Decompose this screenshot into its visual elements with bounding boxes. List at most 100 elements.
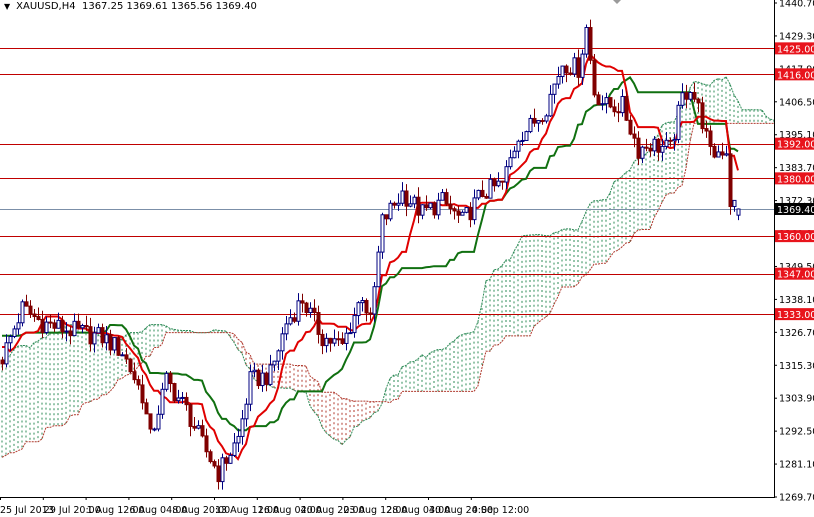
candle[interactable]: [116, 335, 121, 356]
candle[interactable]: [640, 145, 645, 164]
candle[interactable]: [264, 371, 269, 392]
candle[interactable]: [472, 189, 477, 225]
candle[interactable]: [128, 358, 133, 373]
candle[interactable]: [568, 67, 573, 76]
candle[interactable]: [404, 184, 409, 217]
candle[interactable]: [192, 416, 197, 431]
candle[interactable]: [524, 130, 529, 141]
candle[interactable]: [420, 204, 425, 220]
candle[interactable]: [156, 405, 161, 432]
candle[interactable]: [120, 352, 125, 357]
candle[interactable]: [296, 293, 301, 326]
candle[interactable]: [456, 205, 461, 223]
candle[interactable]: [732, 199, 737, 212]
candle[interactable]: [144, 398, 149, 415]
candle[interactable]: [76, 313, 81, 330]
candle[interactable]: [488, 174, 493, 199]
candle[interactable]: [544, 113, 549, 124]
candle[interactable]: [368, 307, 373, 321]
candle[interactable]: [184, 392, 189, 411]
candle[interactable]: [288, 309, 293, 326]
candle[interactable]: [204, 428, 209, 458]
candle[interactable]: [592, 54, 597, 98]
candle[interactable]: [548, 85, 553, 117]
candle[interactable]: [248, 364, 253, 412]
candle[interactable]: [508, 149, 513, 170]
candle[interactable]: [652, 136, 657, 157]
candle[interactable]: [400, 182, 405, 206]
candle[interactable]: [164, 370, 169, 392]
candle[interactable]: [252, 362, 257, 378]
candle[interactable]: [432, 201, 437, 219]
candle[interactable]: [604, 92, 609, 114]
candle[interactable]: [140, 374, 145, 410]
candle[interactable]: [280, 327, 285, 360]
candle[interactable]: [460, 210, 465, 216]
candle[interactable]: [36, 307, 41, 321]
candle[interactable]: [160, 382, 165, 419]
candle[interactable]: [436, 192, 441, 220]
candle[interactable]: [464, 207, 469, 214]
candle[interactable]: [576, 49, 581, 86]
candle[interactable]: [188, 402, 193, 437]
candle[interactable]: [168, 371, 173, 393]
candle[interactable]: [0, 356, 5, 371]
candle[interactable]: [212, 459, 217, 469]
candle[interactable]: [532, 108, 537, 127]
candle[interactable]: [100, 323, 105, 348]
candle[interactable]: [484, 193, 489, 199]
candle[interactable]: [152, 427, 157, 432]
candle[interactable]: [500, 180, 505, 190]
candle[interactable]: [8, 334, 13, 352]
candle[interactable]: [724, 145, 729, 157]
candle[interactable]: [384, 214, 389, 226]
candle[interactable]: [556, 66, 561, 89]
candle[interactable]: [416, 187, 421, 224]
candle[interactable]: [520, 131, 525, 146]
candle[interactable]: [376, 245, 381, 288]
candle[interactable]: [220, 453, 225, 490]
candle[interactable]: [88, 317, 93, 352]
candle[interactable]: [32, 308, 37, 322]
candle[interactable]: [596, 91, 601, 106]
candle[interactable]: [476, 189, 481, 201]
candle[interactable]: [20, 299, 25, 327]
candle[interactable]: [516, 139, 521, 159]
candle[interactable]: [480, 180, 485, 198]
candle[interactable]: [716, 145, 721, 158]
scroll-marker-icon[interactable]: [613, 0, 621, 4]
candle[interactable]: [712, 143, 717, 159]
candle[interactable]: [448, 195, 453, 215]
candle[interactable]: [408, 195, 413, 208]
candle[interactable]: [300, 293, 305, 313]
candle[interactable]: [728, 147, 733, 215]
candle[interactable]: [552, 83, 557, 104]
candle[interactable]: [536, 119, 541, 132]
candle[interactable]: [196, 420, 201, 430]
candle[interactable]: [644, 138, 649, 152]
candle[interactable]: [356, 301, 361, 325]
candle[interactable]: [528, 114, 533, 134]
candle[interactable]: [112, 337, 117, 354]
candle[interactable]: [244, 398, 249, 427]
candle[interactable]: [668, 137, 673, 147]
candle[interactable]: [440, 189, 445, 201]
candle[interactable]: [364, 298, 369, 322]
candle[interactable]: [736, 208, 741, 221]
candle[interactable]: [172, 382, 177, 404]
candle[interactable]: [224, 455, 229, 471]
candle[interactable]: [216, 459, 221, 490]
candle[interactable]: [96, 323, 101, 334]
candle[interactable]: [620, 89, 625, 117]
candle[interactable]: [492, 177, 497, 192]
candle[interactable]: [684, 84, 689, 109]
candle[interactable]: [572, 52, 577, 78]
candle[interactable]: [340, 332, 345, 345]
candle[interactable]: [412, 194, 417, 209]
candle[interactable]: [512, 146, 517, 159]
candle[interactable]: [636, 131, 641, 166]
candle[interactable]: [628, 115, 633, 136]
candle[interactable]: [564, 64, 569, 83]
candle[interactable]: [352, 307, 357, 338]
candle[interactable]: [616, 102, 621, 123]
